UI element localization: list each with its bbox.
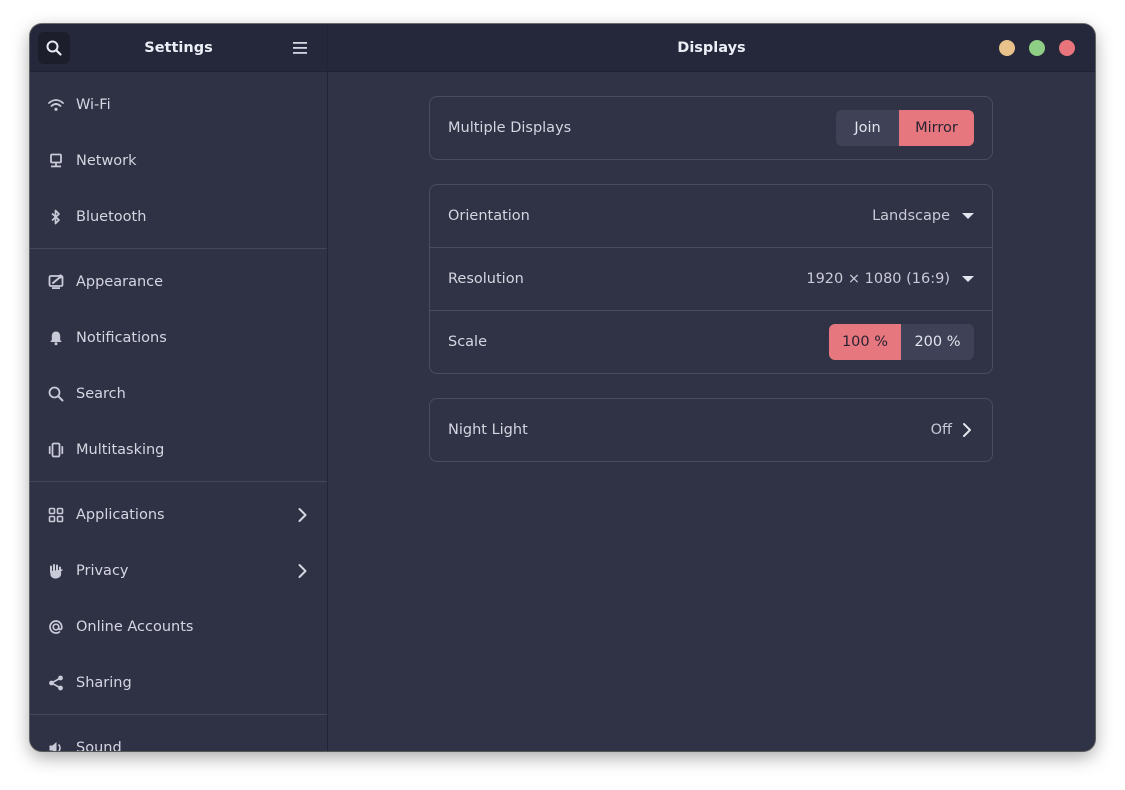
hamburger-menu-icon <box>293 42 307 54</box>
main-menu-button[interactable] <box>288 36 312 60</box>
orientation-dropdown[interactable]: Landscape <box>872 185 974 247</box>
sidebar-item-applications[interactable]: Applications <box>30 487 327 543</box>
sidebar-title: Settings <box>144 40 213 56</box>
sidebar-item-privacy[interactable]: Privacy <box>30 543 327 599</box>
mirror-button[interactable]: Mirror <box>899 110 974 146</box>
close-button[interactable] <box>1059 40 1075 56</box>
orientation-label: Orientation <box>448 208 530 224</box>
multiple-displays-toggle: Join Mirror <box>836 110 974 146</box>
multitasking-icon <box>47 441 65 459</box>
sidebar-item-label: Search <box>76 386 126 402</box>
sidebar-item-label: Wi-Fi <box>76 97 111 113</box>
sidebar-item-label: Sound <box>76 740 122 751</box>
sidebar-item-network[interactable]: Network <box>30 133 327 189</box>
night-light-value: Off <box>930 422 952 438</box>
resolution-value: 1920 × 1080 (16:9) <box>806 271 950 287</box>
orientation-value: Landscape <box>872 208 950 224</box>
multiple-displays-label: Multiple Displays <box>448 120 572 136</box>
sidebar-item-wifi[interactable]: Wi-Fi <box>30 77 327 133</box>
maximize-button[interactable] <box>1029 40 1045 56</box>
search-button[interactable] <box>38 32 70 64</box>
minimize-button[interactable] <box>999 40 1015 56</box>
sidebar-item-label: Bluetooth <box>76 209 147 225</box>
page-title: Displays <box>677 40 746 56</box>
search-icon <box>47 385 65 403</box>
sidebar-item-label: Privacy <box>76 563 129 579</box>
resolution-dropdown[interactable]: 1920 × 1080 (16:9) <box>806 248 974 310</box>
speaker-icon <box>47 739 65 751</box>
search-icon <box>46 40 62 56</box>
multiple-displays-row: Multiple Displays Join Mirror <box>430 97 992 159</box>
sidebar-item-online-accounts[interactable]: Online Accounts <box>30 599 327 655</box>
share-icon <box>47 674 65 692</box>
night-light-label: Night Light <box>448 422 528 438</box>
sidebar-item-label: Multitasking <box>76 442 165 458</box>
chevron-right-icon <box>963 423 971 437</box>
grid-icon <box>47 506 65 524</box>
dropdown-arrow-icon <box>962 276 974 282</box>
appearance-icon <box>47 273 65 291</box>
chevron-right-icon <box>293 506 311 524</box>
sidebar-item-label: Sharing <box>76 675 132 691</box>
hand-icon <box>47 562 65 580</box>
network-icon <box>47 152 65 170</box>
sidebar-item-label: Appearance <box>76 274 164 290</box>
display-settings-card: Orientation Landscape Resolution 1920 × … <box>429 184 993 374</box>
at-icon <box>47 618 65 636</box>
dropdown-arrow-icon <box>962 213 974 219</box>
sidebar-separator <box>30 481 327 482</box>
resolution-label: Resolution <box>448 271 524 287</box>
bell-icon <box>47 329 65 347</box>
join-button[interactable]: Join <box>836 110 899 146</box>
sidebar: Settings Wi-Fi Network Bluetooth Appeara… <box>30 24 328 751</box>
sidebar-separator <box>30 248 327 249</box>
settings-window: Settings Wi-Fi Network Bluetooth Appeara… <box>30 24 1095 751</box>
wifi-icon <box>47 96 65 114</box>
sidebar-item-sound[interactable]: Sound <box>30 720 327 751</box>
bluetooth-icon <box>47 208 65 226</box>
main-header: Displays <box>328 24 1095 72</box>
night-light-card: Night Light Off <box>429 398 993 462</box>
scale-200-button[interactable]: 200 % <box>901 324 974 360</box>
sidebar-item-appearance[interactable]: Appearance <box>30 254 327 310</box>
scale-toggle: 100 % 200 % <box>829 324 974 360</box>
multiple-displays-card: Multiple Displays Join Mirror <box>429 96 993 160</box>
main-content: Displays Multiple Displays Join Mirror O… <box>328 24 1095 751</box>
sidebar-item-search[interactable]: Search <box>30 366 327 422</box>
night-light-value-group: Off <box>931 399 974 461</box>
sidebar-item-bluetooth[interactable]: Bluetooth <box>30 189 327 245</box>
sidebar-item-label: Notifications <box>76 330 167 346</box>
sidebar-item-sharing[interactable]: Sharing <box>30 655 327 711</box>
orientation-row[interactable]: Orientation Landscape <box>430 185 992 247</box>
scale-label: Scale <box>448 334 488 350</box>
scale-row: Scale 100 % 200 % <box>430 311 992 373</box>
sidebar-item-notifications[interactable]: Notifications <box>30 310 327 366</box>
sidebar-item-multitasking[interactable]: Multitasking <box>30 422 327 478</box>
night-light-row[interactable]: Night Light Off <box>430 399 992 461</box>
resolution-row[interactable]: Resolution 1920 × 1080 (16:9) <box>430 248 992 310</box>
sidebar-header: Settings <box>30 24 327 72</box>
scale-100-button[interactable]: 100 % <box>829 324 901 360</box>
sidebar-item-label: Online Accounts <box>76 619 194 635</box>
sidebar-item-label: Applications <box>76 507 165 523</box>
sidebar-item-label: Network <box>76 153 137 169</box>
sidebar-separator <box>30 714 327 715</box>
chevron-right-icon <box>293 562 311 580</box>
